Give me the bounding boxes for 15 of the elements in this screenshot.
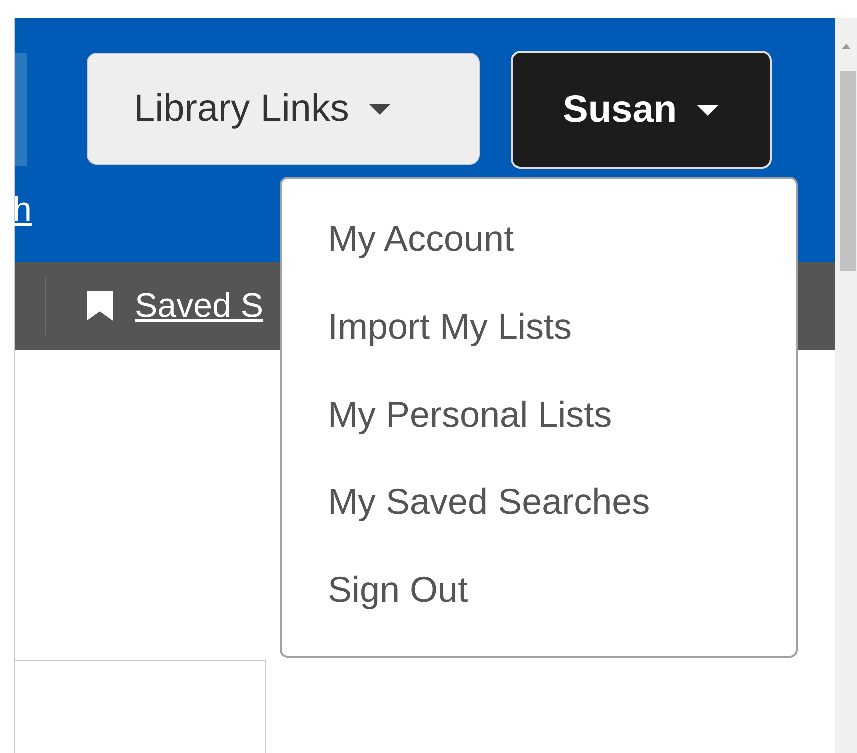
menu-item[interactable]: Import My Lists <box>282 304 796 393</box>
bookmark-icon <box>87 291 113 321</box>
dropdown-button[interactable]: Library Links <box>87 53 480 165</box>
scrollbar-thumb[interactable] <box>840 71 856 271</box>
caret-icon <box>697 104 720 116</box>
menu-item[interactable]: Sign Out <box>282 568 796 656</box>
caret-icon <box>369 104 392 114</box>
scroll-up-icon[interactable] <box>842 44 851 49</box>
dropdown-button[interactable]: Susan <box>511 51 772 169</box>
header-link[interactable]: h <box>13 191 32 230</box>
menu-item[interactable]: My Account <box>282 217 796 305</box>
saved-searches-link[interactable]: Saved S <box>135 286 264 326</box>
menu-item[interactable]: My Saved Searches <box>282 480 796 568</box>
scrollbar[interactable] <box>835 18 857 753</box>
menu-item[interactable]: My Personal Lists <box>282 392 796 480</box>
